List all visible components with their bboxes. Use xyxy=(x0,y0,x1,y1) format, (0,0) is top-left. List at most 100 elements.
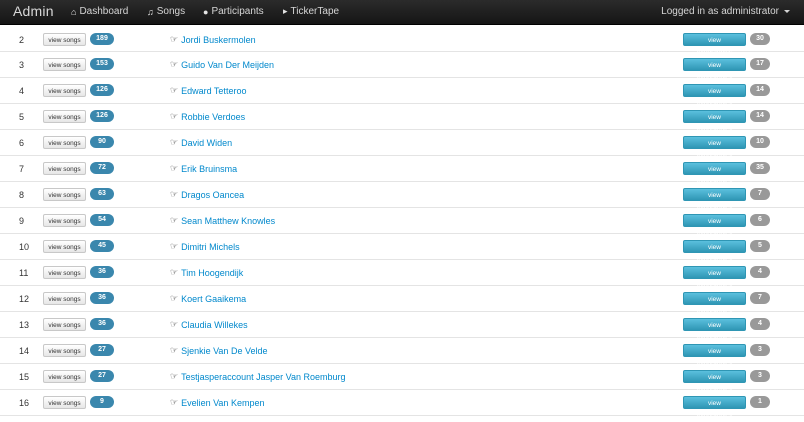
view-songs-button[interactable]: view songs xyxy=(43,344,86,357)
view-infographics-button[interactable]: view infographics xyxy=(683,84,746,107)
participant-link[interactable]: ☞ Sjenkie Van De Velde xyxy=(170,345,267,356)
row-rank: 8 xyxy=(19,190,25,200)
participant-name: Testjasperaccount Jasper Van Roemburg xyxy=(181,371,346,382)
view-songs-button[interactable]: view songs xyxy=(43,396,86,409)
view-songs-button[interactable]: view songs xyxy=(43,58,86,71)
table-row: 11 view songs 36 ☞ Tim Hoogendijk view i… xyxy=(0,260,804,289)
row-rank: 10 xyxy=(19,242,30,252)
participant-link[interactable]: ☞ Guido Van Der Meijden xyxy=(170,59,274,70)
hand-pointer-icon: ☞ xyxy=(170,345,179,355)
participant-link[interactable]: ☞ Dimitri Michels xyxy=(170,241,240,252)
table-row: 10 view songs 45 ☞ Dimitri Michels view … xyxy=(0,234,804,263)
view-songs-button[interactable]: view songs xyxy=(43,240,86,253)
infographics-count-badge: 17 xyxy=(750,58,770,70)
infographics-count-badge: 4 xyxy=(750,266,770,278)
infographics-count-badge: 3 xyxy=(750,344,770,356)
participant-link[interactable]: ☞ Claudia Willekes xyxy=(170,319,248,330)
participant-link[interactable]: ☞ Jordi Buskermolen xyxy=(170,34,256,45)
participant-link[interactable]: ☞ Koert Gaaikema xyxy=(170,293,246,304)
row-rank: 4 xyxy=(19,86,25,96)
row-rank: 12 xyxy=(19,294,30,304)
songs-count-badge: 9 xyxy=(90,396,114,408)
participant-name: Jordi Buskermolen xyxy=(181,34,256,45)
participant-link[interactable]: ☞ Testjasperaccount Jasper Van Roemburg xyxy=(170,371,346,382)
view-songs-button[interactable]: view songs xyxy=(43,162,86,175)
nav-participants[interactable]: ● Participants xyxy=(203,6,264,17)
participant-link[interactable]: ☞ Evelien Van Kempen xyxy=(170,397,264,408)
hand-pointer-icon: ☞ xyxy=(170,85,179,95)
view-songs-button[interactable]: view songs xyxy=(43,188,86,201)
view-infographics-button[interactable]: view infographics xyxy=(683,162,746,185)
participant-name: Sean Matthew Knowles xyxy=(181,215,276,226)
table-row: 15 view songs 27 ☞ Testjasperaccount Jas… xyxy=(0,364,804,393)
participant-name: Robbie Verdoes xyxy=(181,111,246,122)
participant-link[interactable]: ☞ Edward Tetteroo xyxy=(170,85,246,96)
songs-count-badge: 126 xyxy=(90,84,114,96)
participant-link[interactable]: ☞ Robbie Verdoes xyxy=(170,111,245,122)
hand-pointer-icon: ☞ xyxy=(170,215,179,225)
view-infographics-button[interactable]: view infographics xyxy=(683,136,746,159)
participants-table: 2 view songs 189 ☞ Jordi Buskermolen vie… xyxy=(0,27,804,419)
participant-link[interactable]: ☞ Dragos Oancea xyxy=(170,189,244,200)
participant-link[interactable]: ☞ Sean Matthew Knowles xyxy=(170,215,275,226)
view-infographics-button[interactable]: view infographics xyxy=(683,188,746,211)
hand-pointer-icon: ☞ xyxy=(170,267,179,277)
infographics-count-badge: 1 xyxy=(750,396,770,408)
infographics-count-badge: 35 xyxy=(750,162,770,174)
user-menu[interactable]: Logged in as administrator xyxy=(661,6,790,17)
brand-logo[interactable]: Admin xyxy=(13,3,54,19)
participant-link[interactable]: ☞ Erik Bruinsma xyxy=(170,163,237,174)
infographics-count-badge: 4 xyxy=(750,318,770,330)
table-row: 16 view songs 9 ☞ Evelien Van Kempen vie… xyxy=(0,390,804,419)
view-songs-button[interactable]: view songs xyxy=(43,214,86,227)
top-navbar: Admin ⌂ Dashboard ♫ Songs ● Participants… xyxy=(0,0,804,25)
infographics-count-badge: 10 xyxy=(750,136,770,148)
view-songs-button[interactable]: view songs xyxy=(43,266,86,279)
view-infographics-button[interactable]: view infographics xyxy=(683,58,746,81)
view-infographics-button[interactable]: view infographics xyxy=(683,33,746,56)
view-infographics-button[interactable]: view infographics xyxy=(683,266,746,289)
nav-tickertape[interactable]: ▸ TickerTape xyxy=(283,6,339,17)
view-infographics-button[interactable]: view infographics xyxy=(683,396,746,419)
table-row: 3 view songs 153 ☞ Guido Van Der Meijden… xyxy=(0,52,804,81)
infographics-count-badge: 7 xyxy=(750,292,770,304)
view-songs-button[interactable]: view songs xyxy=(43,370,86,383)
nav-songs[interactable]: ♫ Songs xyxy=(147,6,185,17)
view-infographics-button[interactable]: view infographics xyxy=(683,110,746,133)
view-infographics-button[interactable]: view infographics xyxy=(683,344,746,367)
nav-songs-label: Songs xyxy=(156,6,186,17)
view-infographics-button[interactable]: view infographics xyxy=(683,370,746,393)
hand-pointer-icon: ☞ xyxy=(170,163,179,173)
view-infographics-button[interactable]: view infographics xyxy=(683,318,746,341)
table-row: 6 view songs 90 ☞ David Widen view infog… xyxy=(0,130,804,159)
nav-dashboard[interactable]: ⌂ Dashboard xyxy=(71,6,128,17)
view-songs-button[interactable]: view songs xyxy=(43,318,86,331)
table-row: 8 view songs 63 ☞ Dragos Oancea view inf… xyxy=(0,182,804,211)
view-infographics-button[interactable]: view infographics xyxy=(683,214,746,237)
view-songs-button[interactable]: view songs xyxy=(43,292,86,305)
row-rank: 15 xyxy=(19,372,30,382)
view-infographics-button[interactable]: view infographics xyxy=(683,240,746,263)
row-rank: 13 xyxy=(19,320,30,330)
participant-link[interactable]: ☞ David Widen xyxy=(170,137,232,148)
table-row: 12 view songs 36 ☞ Koert Gaaikema view i… xyxy=(0,286,804,315)
view-songs-button[interactable]: view songs xyxy=(43,136,86,149)
user-icon: ● xyxy=(203,6,209,17)
participant-link[interactable]: ☞ Tim Hoogendijk xyxy=(170,267,243,278)
chevron-down-icon xyxy=(784,9,790,13)
nav-dashboard-label: Dashboard xyxy=(79,6,129,17)
view-infographics-button[interactable]: view infographics xyxy=(683,292,746,315)
songs-count-badge: 27 xyxy=(90,370,114,382)
view-songs-button[interactable]: view songs xyxy=(43,33,86,46)
songs-count-badge: 153 xyxy=(90,58,114,70)
home-icon: ⌂ xyxy=(71,6,77,17)
view-songs-button[interactable]: view songs xyxy=(43,110,86,123)
songs-count-badge: 36 xyxy=(90,266,114,278)
hand-pointer-icon: ☞ xyxy=(170,189,179,199)
view-songs-button[interactable]: view songs xyxy=(43,84,86,97)
row-rank: 7 xyxy=(19,164,25,174)
hand-pointer-icon: ☞ xyxy=(170,293,179,303)
participant-name: Koert Gaaikema xyxy=(181,293,247,304)
participant-name: Tim Hoogendijk xyxy=(181,267,244,278)
hand-pointer-icon: ☞ xyxy=(170,397,179,407)
